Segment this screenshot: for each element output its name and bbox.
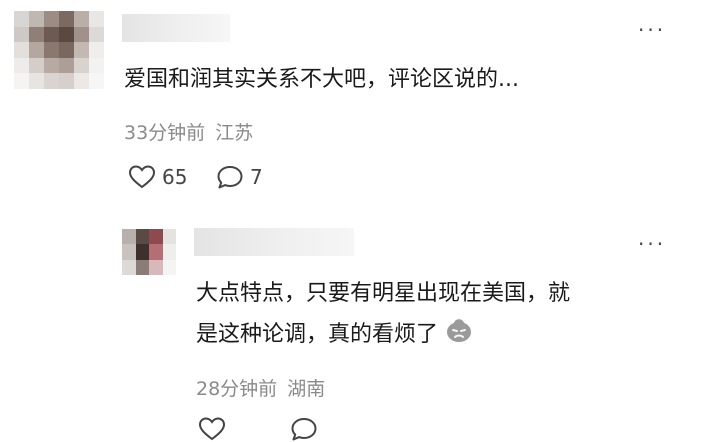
- avatar-pixel: [44, 26, 59, 43]
- comment-time: 33分钟前: [124, 122, 206, 144]
- comment-text: 爱国和润其实关系不大吧，评论区说的...: [124, 67, 519, 92]
- avatar-pixel: [29, 57, 44, 74]
- avatar-pixel: [59, 57, 74, 74]
- reply-like-button[interactable]: [198, 416, 226, 442]
- avatar-pixel: [74, 11, 89, 27]
- avatar-pixel: [135, 229, 149, 245]
- avatar-pixel: [44, 11, 59, 27]
- comment-icon: [217, 166, 243, 189]
- reply-comment-button[interactable]: [290, 416, 318, 442]
- comment-location: 江苏: [215, 122, 254, 144]
- avatar-pixel: [14, 11, 29, 27]
- reply-time: 28分钟前: [196, 378, 278, 400]
- reply-username-redacted[interactable]: [194, 228, 354, 256]
- avatar-pixel: [149, 259, 163, 275]
- avatar-pixel: [14, 26, 29, 43]
- reply-meta: 28分钟前 湖南: [196, 374, 325, 401]
- reply-text-line2-row: 是这种论调，真的看烦了: [196, 314, 474, 356]
- reply-location: 湖南: [287, 378, 326, 400]
- avatar-pixel: [74, 42, 89, 58]
- avatar-pixel: [74, 73, 89, 89]
- avatar[interactable]: [14, 11, 104, 89]
- reply-text-line1: 大点特点，只要有明星出现在美国，就: [196, 281, 571, 306]
- avatar-pixel: [44, 73, 59, 89]
- heart-icon: [198, 417, 226, 441]
- comment-icon: [291, 418, 317, 441]
- reply-more-icon[interactable]: ···: [638, 232, 666, 256]
- avatar-pixel: [162, 244, 176, 260]
- avatar-pixel: [74, 57, 89, 74]
- avatar-pixel: [14, 42, 29, 58]
- avatar-pixel: [59, 42, 74, 58]
- username-redacted[interactable]: [122, 14, 230, 42]
- avatar-pixel: [89, 11, 104, 27]
- avatar-pixel: [14, 73, 29, 89]
- reply-text-line2: 是这种论调，真的看烦了: [196, 322, 439, 347]
- avatar-pixel: [162, 229, 176, 245]
- heart-icon: [128, 165, 156, 189]
- comment-meta: 33分钟前 江苏: [124, 118, 253, 145]
- avatar-pixel: [89, 42, 104, 58]
- avatar-pixel: [14, 57, 29, 74]
- avatar-pixel: [29, 11, 44, 27]
- reply-button[interactable]: 7: [216, 164, 263, 190]
- avatar-pixel: [162, 259, 176, 275]
- avatar-pixel: [122, 259, 136, 275]
- avatar-pixel: [135, 244, 149, 260]
- avatar-pixel: [89, 73, 104, 89]
- reply-avatar[interactable]: [122, 229, 176, 275]
- avatar-pixel: [44, 57, 59, 74]
- annoyed-emoji-icon: [444, 314, 474, 356]
- avatar-pixel: [89, 57, 104, 74]
- avatar-pixel: [74, 26, 89, 43]
- avatar-pixel: [59, 26, 74, 43]
- avatar-pixel: [59, 73, 74, 89]
- avatar-pixel: [29, 26, 44, 43]
- avatar-pixel: [59, 11, 74, 27]
- avatar-pixel: [29, 73, 44, 89]
- avatar-pixel: [122, 244, 136, 260]
- avatar-pixel: [149, 244, 163, 260]
- more-icon[interactable]: ···: [638, 18, 666, 42]
- avatar-pixel: [29, 42, 44, 58]
- avatar-pixel: [149, 229, 163, 245]
- like-count: 65: [162, 165, 188, 189]
- avatar-pixel: [135, 259, 149, 275]
- avatar-pixel: [122, 229, 136, 245]
- like-button[interactable]: 65: [128, 164, 187, 190]
- avatar-pixel: [89, 26, 104, 43]
- reply-count: 7: [250, 165, 263, 189]
- avatar-pixel: [44, 42, 59, 58]
